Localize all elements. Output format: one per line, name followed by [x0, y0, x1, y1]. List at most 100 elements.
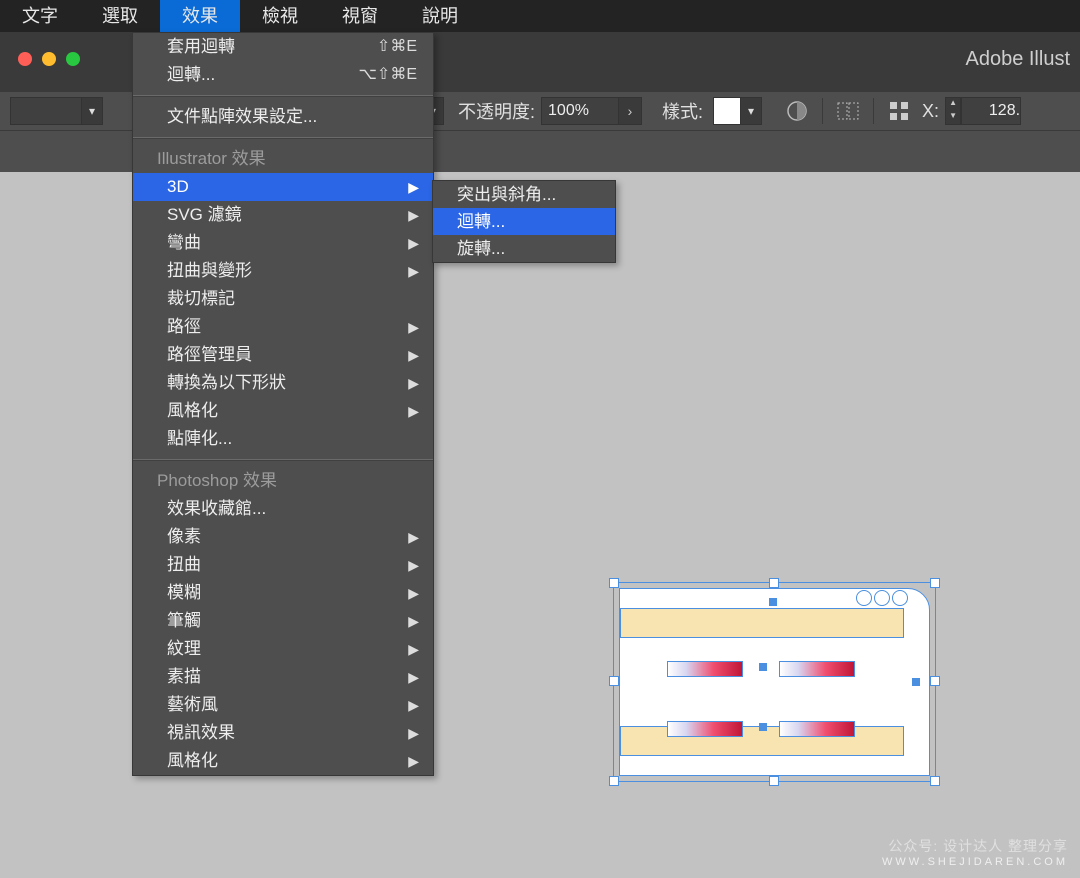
watermark-line1: 公众号: 设计达人 整理分享 [882, 836, 1068, 856]
submenu-arrow-icon: ▶ [408, 201, 419, 229]
submenu-arrow-icon: ▶ [408, 691, 419, 719]
selected-object[interactable] [619, 588, 930, 776]
divider [822, 98, 823, 124]
menu-view[interactable]: 檢視 [240, 0, 320, 32]
menu-item-label: 扭曲 [167, 555, 201, 574]
resize-handle[interactable] [609, 578, 619, 588]
resize-handle[interactable] [769, 776, 779, 786]
menu-item-label: 像素 [167, 527, 201, 546]
anchor-point[interactable] [769, 598, 777, 606]
menu-item[interactable]: 裁切標記 [133, 285, 433, 313]
resize-handle[interactable] [930, 578, 940, 588]
menu-item-label: 扭曲與變形 [167, 261, 252, 280]
resize-handle[interactable] [930, 676, 940, 686]
app-title: Adobe Illust [965, 48, 1070, 71]
submenu-arrow-icon: ▶ [408, 257, 419, 285]
menu-item-label: 素描 [167, 667, 201, 686]
opacity-input[interactable]: 100% [541, 97, 619, 125]
menu-section-header: Photoshop 效果 [133, 467, 433, 495]
x-stepper[interactable]: ▲ ▼ [945, 97, 961, 125]
menu-item[interactable]: 紋理▶ [133, 635, 433, 663]
submenu-arrow-icon: ▶ [408, 523, 419, 551]
menu-item-label: 3D [167, 177, 189, 196]
chevron-down-icon[interactable]: ▾ [82, 97, 103, 125]
menu-item[interactable]: 扭曲與變形 ▶ [133, 257, 433, 285]
menu-section-header: Illustrator 效果 [133, 145, 433, 173]
align-icon[interactable] [833, 98, 863, 124]
menu-item-label: 視訊效果 [167, 723, 235, 742]
minimize-window-icon[interactable] [42, 52, 56, 66]
menu-item-label: 彎曲 [167, 233, 201, 252]
menu-effect[interactable]: 效果 [160, 0, 240, 32]
menu-item-label: 點陣化... [167, 429, 232, 448]
menu-item[interactable]: 風格化▶ [133, 397, 433, 425]
menu-item-label: 轉換為以下形狀 [167, 373, 286, 392]
menu-item-label: 套用迴轉 [167, 37, 235, 56]
menu-item[interactable]: 藝術風 ▶ [133, 691, 433, 719]
menu-select[interactable]: 選取 [80, 0, 160, 32]
submenu-arrow-icon: ▶ [408, 719, 419, 747]
transform-icon[interactable] [884, 98, 914, 124]
submenu-item[interactable]: 突出與斜角... [433, 181, 615, 208]
menubar: 文字 選取 效果 檢視 視窗 說明 [0, 0, 1080, 32]
menu-item[interactable]: 像素 ▶ [133, 523, 433, 551]
chevron-down-icon[interactable]: ▾ [741, 97, 762, 125]
submenu-arrow-icon: ▶ [408, 397, 419, 425]
submenu-arrow-icon: ▶ [408, 341, 419, 369]
menu-item-label: 藝術風 [167, 695, 218, 714]
menu-item[interactable]: 彎曲▶ [133, 229, 433, 257]
menu-item[interactable]: 路徑管理員▶ [133, 341, 433, 369]
menu-item[interactable]: SVG 濾鏡▶ [133, 201, 433, 229]
watermark: 公众号: 设计达人 整理分享 WWW.SHEJIDAREN.COM [882, 836, 1068, 868]
anchor-point[interactable] [912, 678, 920, 686]
resize-handle[interactable] [930, 776, 940, 786]
resize-handle[interactable] [769, 578, 779, 588]
resize-handle[interactable] [609, 776, 619, 786]
close-window-icon[interactable] [18, 52, 32, 66]
menu-item[interactable]: 模糊▶ [133, 579, 433, 607]
menu-item[interactable]: 轉換為以下形狀 ▶ [133, 369, 433, 397]
x-input[interactable]: 128. [961, 97, 1021, 125]
submenu-arrow-icon: ▶ [408, 747, 419, 775]
submenu-arrow-icon: ▶ [408, 313, 419, 341]
opacity-stepper[interactable]: › [619, 97, 642, 125]
menu-item[interactable]: 路徑 ▶ [133, 313, 433, 341]
menu-apply-revolve[interactable]: 套用迴轉 ⇧⌘E [133, 33, 433, 61]
submenu-item[interactable]: 迴轉... [433, 208, 615, 235]
menu-text[interactable]: 文字 [0, 0, 80, 32]
menu-separator [133, 137, 433, 139]
menu-item[interactable]: 風格化▶ [133, 747, 433, 775]
menu-item[interactable]: 視訊效果 ▶ [133, 719, 433, 747]
style-swatch[interactable] [713, 97, 741, 125]
anchor-point[interactable] [759, 723, 767, 731]
submenu-item[interactable]: 旋轉... [433, 235, 615, 262]
menu-item[interactable]: 效果收藏館... [133, 495, 433, 523]
menu-raster-settings[interactable]: 文件點陣效果設定... [133, 103, 433, 131]
menu-item-label: 效果收藏館... [167, 499, 266, 518]
fill-dropdown[interactable] [10, 97, 82, 125]
menu-window[interactable]: 視窗 [320, 0, 400, 32]
menu-item-shortcut: ⌥⇧⌘E [358, 61, 417, 89]
opacity-label: 不透明度: [458, 98, 535, 124]
submenu-arrow-icon: ▶ [408, 551, 419, 579]
recolor-icon[interactable] [782, 98, 812, 124]
menu-item[interactable]: 筆觸 ▶ [133, 607, 433, 635]
menu-separator [133, 459, 433, 461]
menu-revolve[interactable]: 迴轉... ⌥⇧⌘E [133, 61, 433, 89]
anchor-point[interactable] [759, 663, 767, 671]
menu-item[interactable]: 點陣化... [133, 425, 433, 453]
style-label: 樣式: [662, 98, 703, 124]
submenu-arrow-icon: ▶ [408, 369, 419, 397]
menu-item-label: 路徑 [167, 317, 201, 336]
watermark-line2: WWW.SHEJIDAREN.COM [882, 856, 1068, 868]
menu-help[interactable]: 說明 [400, 0, 480, 32]
menu-item[interactable]: 3D▶ [133, 173, 433, 201]
resize-handle[interactable] [609, 676, 619, 686]
menu-item[interactable]: 素描▶ [133, 663, 433, 691]
submenu-arrow-icon: ▶ [408, 607, 419, 635]
zoom-window-icon[interactable] [66, 52, 80, 66]
menu-item-label: 筆觸 [167, 611, 201, 630]
x-label: X: [922, 101, 939, 122]
menu-item[interactable]: 扭曲 ▶ [133, 551, 433, 579]
effect-menu: 套用迴轉 ⇧⌘E 迴轉... ⌥⇧⌘E 文件點陣效果設定... Illustra… [132, 32, 434, 776]
